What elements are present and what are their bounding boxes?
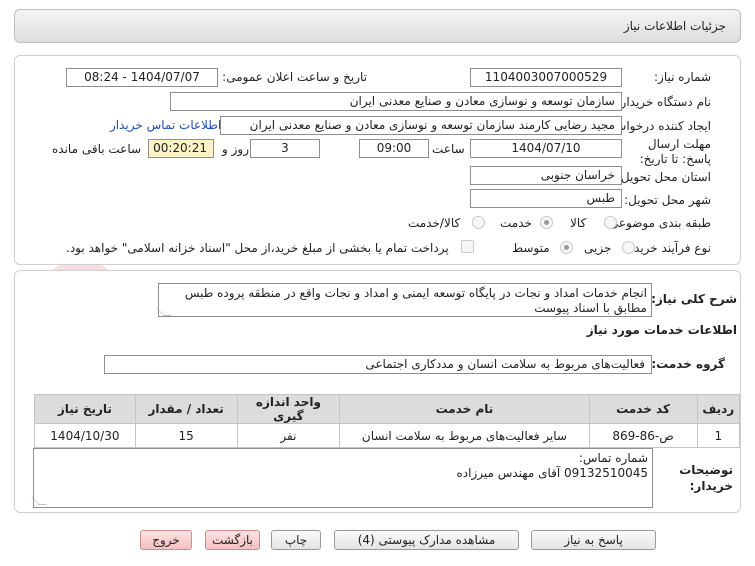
buyer-notes-line-2: 09132510045 آقای مهندس میرزاده: [456, 466, 648, 480]
services-table: ردیف کد خدمت نام خدمت واحد اندازه گیری ت…: [34, 394, 741, 448]
process-option-medium: متوسط: [512, 241, 550, 255]
category-option-service: خدمت: [500, 216, 532, 230]
col-row: ردیف: [696, 394, 741, 424]
remaining-label: ساعت باقی مانده: [52, 142, 142, 156]
col-unit: واحد اندازه گیری: [236, 394, 341, 424]
announce-label: تاریخ و ساعت اعلان عمومی:: [222, 70, 367, 84]
announce-field: 1404/07/07 - 08:24: [66, 68, 218, 87]
cell-name: سایر فعالیت‌های مربوط به سلامت انسان: [339, 423, 590, 448]
buyer-org-field: سازمان توسعه و نوسازی معادن و صنایع معدن…: [170, 92, 622, 111]
days-label: روز و: [222, 142, 249, 156]
creator-field: مجید رضایی کارمند سازمان توسعه و نوسازی …: [220, 116, 622, 135]
buyer-notes-line-1: شماره تماس:: [578, 451, 648, 465]
table-row: 1 ص-86-869 سایر فعالیت‌های مربوط به سلام…: [34, 423, 741, 448]
attachments-button[interactable]: مشاهده مدارک پیوستی (4): [334, 530, 519, 550]
cell-code: ص-86-869: [588, 423, 698, 448]
category-radio-service[interactable]: [540, 216, 553, 229]
category-radio-goods[interactable]: [604, 216, 617, 229]
col-quantity: تعداد / مقدار: [134, 394, 238, 424]
description-text[interactable]: انجام خدمات امداد و نجات در پایگاه توسعه…: [158, 283, 652, 317]
deadline-date-field: 1404/07/10: [470, 139, 622, 158]
cell-quantity: 15: [134, 423, 238, 448]
payment-note: پرداخت تمام یا بخشی از مبلغ خرید،از محل …: [66, 241, 449, 255]
cell-row: 1: [696, 423, 741, 448]
province-label: استان محل تحویل:: [616, 170, 711, 184]
deadline-time-field: 09:00: [359, 139, 429, 158]
province-field: خراسان جنوبی: [470, 166, 622, 185]
category-option-goods: کالا: [570, 216, 587, 230]
cell-unit: نفر: [236, 423, 341, 448]
time-label: ساعت: [432, 142, 465, 156]
page-header: جزئیات اطلاعات نیاز: [14, 9, 741, 43]
category-radio-goods-service[interactable]: [472, 216, 485, 229]
print-button[interactable]: چاپ: [271, 530, 321, 550]
services-table-header: ردیف کد خدمت نام خدمت واحد اندازه گیری ت…: [34, 394, 741, 424]
buyer-contact-link[interactable]: اطلاعات تماس خریدار: [110, 118, 221, 132]
process-label: نوع فرآیند خرید :: [626, 241, 711, 255]
col-name: نام خدمت: [339, 394, 590, 424]
city-label: شهر محل تحویل:: [624, 193, 711, 207]
need-number-label: شماره نیاز:: [654, 70, 711, 84]
deadline-label: مهلت ارسال پاسخ: تا تاریخ:: [639, 137, 711, 166]
col-date: تاریخ نیاز: [34, 394, 136, 424]
process-radio-minor[interactable]: [622, 241, 635, 254]
process-radio-medium[interactable]: [560, 241, 573, 254]
buyer-notes-text[interactable]: شماره تماس: 09132510045 آقای مهندس میرزا…: [33, 448, 653, 508]
treasury-checkbox[interactable]: [461, 240, 474, 253]
service-group-label: گروه خدمت:: [651, 357, 725, 371]
buyer-notes-label: توضیحات خریدار:: [679, 463, 733, 493]
reply-button[interactable]: پاسخ به نیاز: [531, 530, 656, 550]
buyer-org-label: نام دستگاه خریدار:: [616, 95, 712, 109]
exit-button[interactable]: خروج: [140, 530, 192, 550]
col-code: کد خدمت: [588, 394, 698, 424]
description-label: شرح کلی نیاز:: [651, 292, 737, 306]
back-button[interactable]: بازگشت: [205, 530, 260, 550]
page-title: جزئیات اطلاعات نیاز: [623, 19, 726, 33]
service-group-field: فعالیت‌های مربوط به سلامت انسان و مددکار…: [104, 355, 652, 374]
services-section-title: اطلاعات خدمات مورد نیاز: [586, 323, 737, 337]
category-label: طبقه بندی موضوعی:: [604, 216, 711, 230]
category-option-goods-service: کالا/خدمت: [408, 216, 461, 230]
city-field: طبس: [470, 189, 622, 208]
remaining-time-field: 00:20:21: [148, 139, 214, 158]
cell-date: 1404/10/30: [34, 423, 136, 448]
process-option-minor: جزیی: [584, 241, 612, 255]
days-field: 3: [250, 139, 320, 158]
need-number-field: 1104003007000529: [470, 68, 622, 87]
